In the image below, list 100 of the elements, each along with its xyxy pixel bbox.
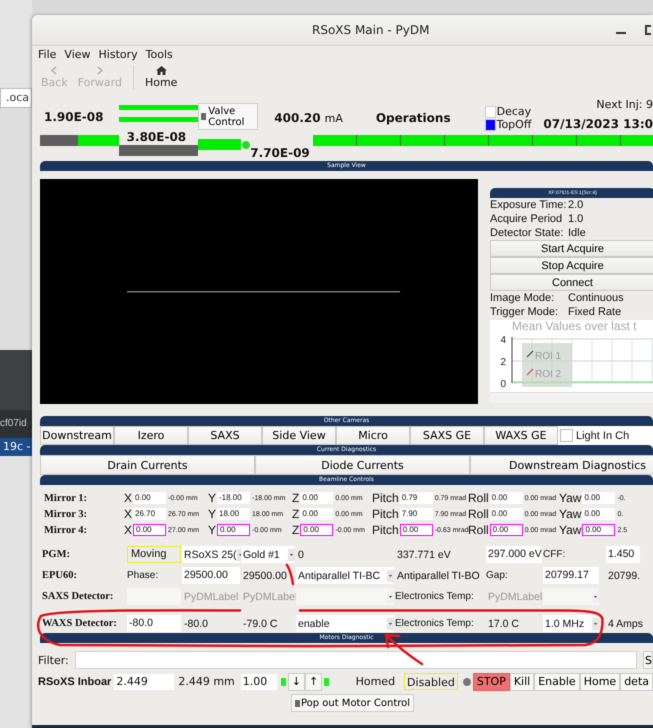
dropdown[interactable]: Gold #1 bbox=[241, 546, 295, 563]
position-field[interactable]: 2.449 bbox=[114, 674, 174, 690]
menu-item[interactable]: History bbox=[98, 48, 138, 60]
motor-button[interactable]: ↓ bbox=[288, 672, 305, 690]
step-spinbox[interactable]: 1.00 bbox=[240, 674, 277, 690]
field-label: Gap: bbox=[486, 570, 508, 581]
axis-label: Pitch bbox=[372, 507, 399, 521]
value-field[interactable]: 297.000 eV bbox=[486, 546, 542, 563]
setpoint-field[interactable]: 0.00 bbox=[490, 524, 523, 536]
menu-item[interactable]: File bbox=[38, 48, 56, 60]
axis-label: Z bbox=[292, 523, 300, 537]
axis-label: Z bbox=[292, 491, 300, 505]
setpoint-field[interactable]: 18.00 bbox=[217, 508, 250, 520]
camera-button[interactable]: Side View bbox=[262, 426, 336, 445]
motor-text: Homed bbox=[356, 675, 396, 688]
setpoint-field[interactable]: -18.00 bbox=[217, 492, 250, 504]
valve-control-button[interactable]: Valve Control bbox=[198, 103, 258, 130]
setpoint-field[interactable]: 0.00 bbox=[300, 524, 334, 536]
checkbox[interactable] bbox=[560, 429, 573, 442]
status-indicator: Disabled bbox=[404, 673, 458, 690]
acquire-button[interactable]: Connect bbox=[490, 274, 653, 291]
legend-swatch bbox=[526, 368, 534, 376]
diagnostics-button[interactable]: Downstream Diagnostics bbox=[470, 455, 653, 475]
axis-label: Roll bbox=[468, 507, 489, 521]
camera-button[interactable]: Micro bbox=[336, 426, 410, 445]
dropdown[interactable]: enable bbox=[296, 615, 394, 632]
tick-label: 4 bbox=[500, 335, 506, 346]
menu-item[interactable]: Tools bbox=[146, 48, 173, 60]
mode-label: TopOff bbox=[496, 118, 532, 131]
field-label: Trigger Mode: bbox=[490, 306, 560, 318]
setpoint-field[interactable]: 0.00 bbox=[490, 492, 523, 504]
camera-button[interactable]: WAXS GE bbox=[484, 426, 558, 445]
setpoint-field[interactable]: 0.00 bbox=[490, 508, 523, 520]
motor-text: 2.449 mm bbox=[178, 675, 235, 688]
stop-button[interactable]: STOP bbox=[472, 672, 510, 690]
address-field[interactable]: .oca bbox=[0, 88, 32, 108]
setpoint-field[interactable]: 0.00 bbox=[217, 524, 250, 536]
dropdown[interactable]: RSoXS 25( bbox=[182, 546, 240, 563]
caret-icon bbox=[387, 618, 394, 630]
readback-value: Antiparallel TI-BO bbox=[396, 570, 480, 582]
setpoint-field[interactable]: 0.00 bbox=[582, 492, 616, 504]
readback-value: -79.0 C bbox=[242, 618, 278, 630]
setpoint-field[interactable]: 0.00 bbox=[582, 524, 616, 536]
value-field[interactable]: 20799.17 bbox=[543, 567, 599, 584]
motor-button[interactable]: ↑ bbox=[304, 672, 322, 690]
setpoint-field[interactable]: 26.70 bbox=[133, 508, 166, 520]
value-field[interactable]: 29500.00 bbox=[182, 567, 240, 584]
readback-value: PyDMLabel bbox=[183, 590, 238, 602]
readback-value: 4 Amps bbox=[607, 618, 644, 630]
dropdown[interactable]: 1.0 MHz bbox=[543, 615, 599, 632]
setpoint-field[interactable]: 0.00 bbox=[400, 524, 433, 536]
acquire-button[interactable]: Stop Acquire bbox=[490, 257, 653, 274]
filter-field[interactable] bbox=[74, 651, 637, 669]
diagnostics-button[interactable]: Diode Currents bbox=[255, 455, 470, 475]
motor-button[interactable]: Home bbox=[580, 672, 620, 690]
setpoint-field[interactable]: 0.00 bbox=[133, 524, 166, 536]
field-label: Detector State: bbox=[490, 227, 564, 239]
toolbar-button[interactable]: Home bbox=[142, 62, 180, 92]
acquire-button[interactable]: Start Acquire bbox=[490, 240, 653, 257]
axis-label: Pitch bbox=[372, 491, 399, 505]
motor-name: RSoXS Inboar bbox=[38, 676, 112, 688]
checkbox-label: Light In Ch bbox=[576, 430, 630, 442]
setpoint-field[interactable]: 7.90 bbox=[400, 508, 433, 520]
setpoint-field[interactable]: 0.00 bbox=[133, 492, 166, 504]
taskbar-item[interactable]: 19c - bbox=[0, 438, 32, 456]
motor-button[interactable]: deta bbox=[620, 672, 653, 690]
gauge-reading: 1.90E-08 bbox=[44, 110, 104, 126]
maximize-icon[interactable] bbox=[645, 25, 651, 35]
dropdown[interactable]: Antiparallel TI-BC bbox=[296, 567, 394, 584]
minimize-icon[interactable] bbox=[616, 31, 626, 35]
axis-label: Y bbox=[208, 507, 216, 521]
value-field[interactable]: 1.450 bbox=[606, 546, 640, 563]
diagnostics-button[interactable]: Drain Currents bbox=[40, 455, 255, 475]
readback-value: -80.0 bbox=[183, 618, 208, 630]
setpoint-field[interactable]: 0.00 bbox=[300, 492, 334, 504]
camera-button[interactable]: Izero bbox=[114, 426, 188, 445]
pop-out-button[interactable]: Pop out Motor Control bbox=[290, 694, 414, 712]
scroll-bar[interactable] bbox=[490, 392, 653, 403]
motor-button[interactable]: Kill bbox=[510, 672, 534, 690]
setpoint-field[interactable]: 0.00 bbox=[582, 508, 616, 520]
value-field[interactable]: -80.0 bbox=[127, 615, 181, 632]
field-label: Acquire Period bbox=[490, 213, 564, 225]
field-label: Image Mode: bbox=[490, 292, 556, 304]
menu-item[interactable]: View bbox=[64, 48, 91, 60]
setpoint-field[interactable]: 0.79 bbox=[400, 492, 433, 504]
camera-button[interactable]: SAXS GE bbox=[410, 426, 484, 445]
axis-label: Pitch bbox=[372, 523, 399, 537]
readback-value: 0 bbox=[297, 548, 304, 560]
setpoint-field[interactable]: 0.00 bbox=[300, 508, 334, 520]
readback-value: PyDMLabel bbox=[487, 590, 542, 602]
caret-icon bbox=[288, 548, 295, 560]
readback-value: PyDMLabel bbox=[242, 590, 298, 602]
axis-label: Roll bbox=[468, 491, 489, 505]
camera-button[interactable]: SAXS bbox=[188, 426, 262, 445]
camera-button[interactable]: Downstream bbox=[40, 426, 114, 445]
filter-label: Filter: bbox=[38, 654, 69, 666]
terminal-text: cf07id bbox=[0, 410, 32, 438]
forward-icon bbox=[96, 66, 103, 74]
motor-button[interactable]: Enable bbox=[534, 672, 580, 690]
filter-button[interactable]: S bbox=[643, 651, 653, 669]
